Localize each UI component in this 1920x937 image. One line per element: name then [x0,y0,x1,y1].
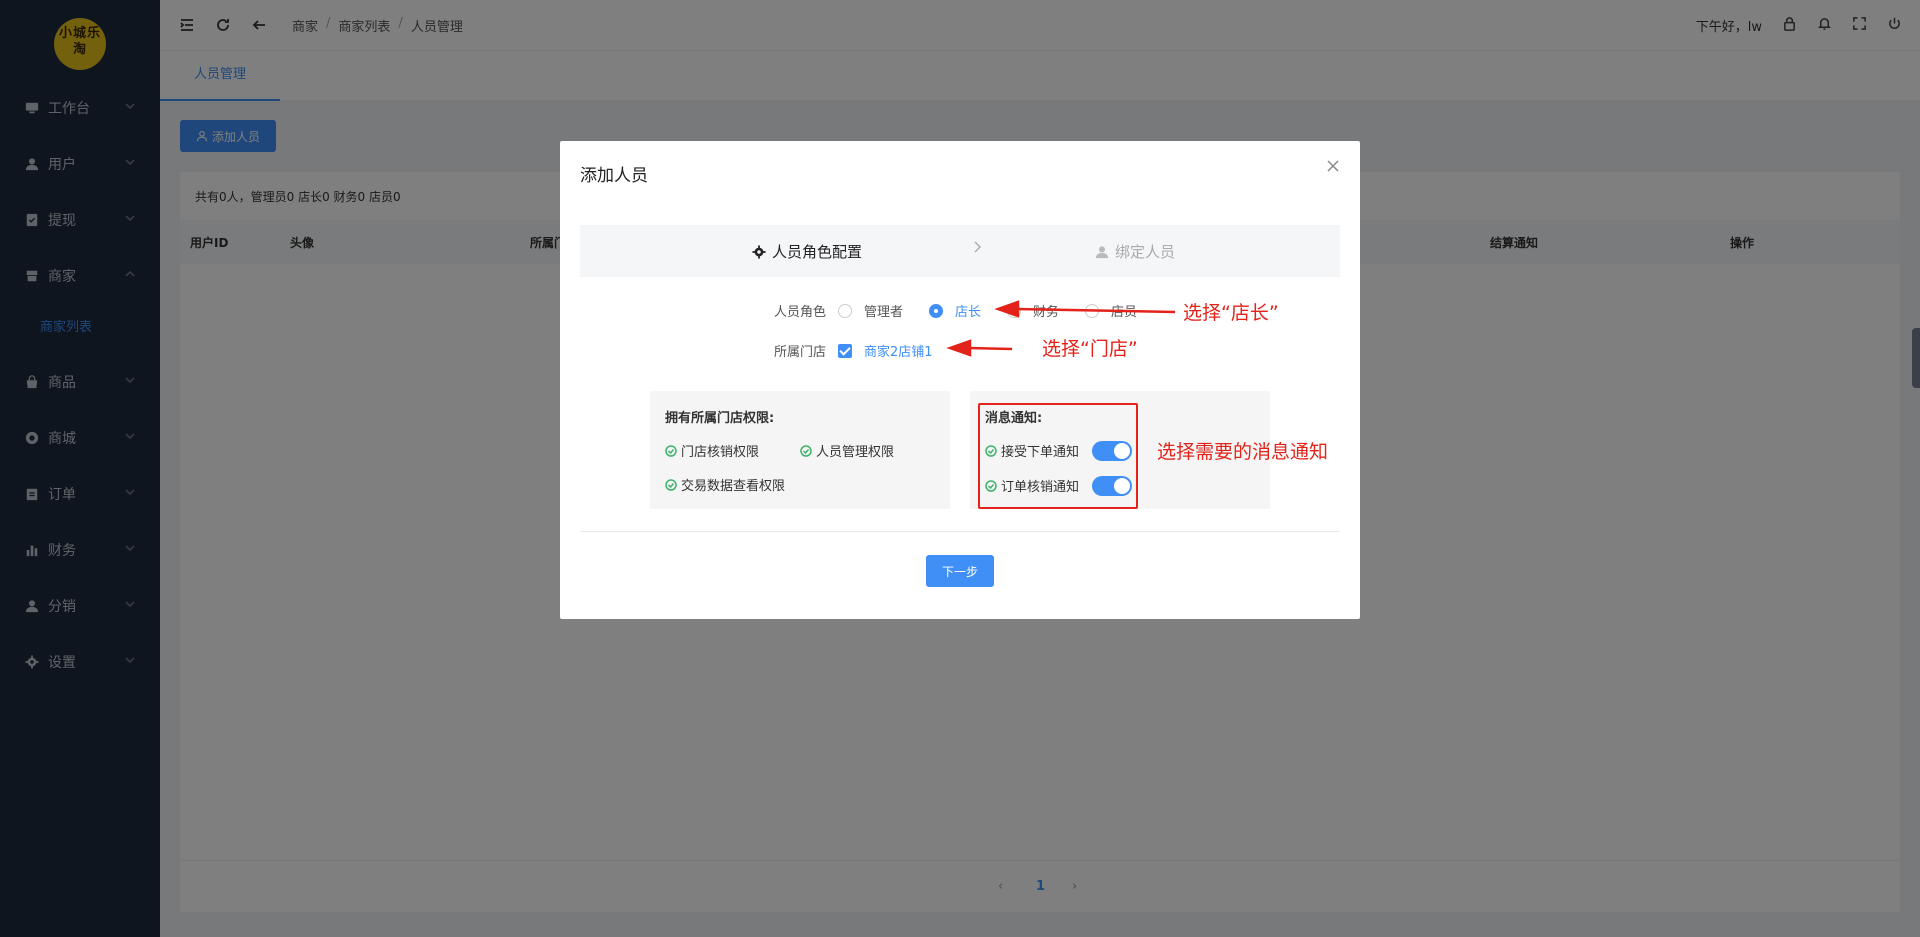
role-label: 人员角色 [773,305,826,320]
modal-divider [580,531,1340,532]
store-checkbox[interactable] [838,343,852,358]
role-radio-finance[interactable]: 财务 [1007,301,1059,320]
step-bind-staff: 绑定人员 [1095,241,1175,262]
modal-title: 添加人员 [580,166,648,186]
store-name[interactable]: 商家2店铺1 [864,341,933,360]
permissions-title: 拥有所属门店权限: [665,411,775,426]
annotation-highlight-box [978,403,1138,509]
role-radio-clerk[interactable]: 店员 [1085,301,1137,320]
role-row: 人员角色 管理者 店长 财务 店员 [756,301,1163,320]
chevron-right-icon [973,240,985,256]
user-icon [1095,245,1109,258]
gear-icon [752,244,766,259]
store-label: 所属门店 [773,345,826,360]
steps-bar: 人员角色配置 绑定人员 [580,225,1340,277]
annotation-notify: 选择需要的消息通知 [1157,441,1329,463]
step-role-config: 人员角色配置 [752,241,862,262]
check-circle-icon [665,478,677,491]
annotation-role: 选择“店长” [1183,302,1279,324]
close-icon[interactable] [1326,159,1342,175]
check-circle-icon [665,444,677,457]
role-radio-manager[interactable]: 管理者 [838,301,903,320]
add-staff-modal: 添加人员 人员角色配置 绑定人员 人员角色 管理者 店长 财务 店员 所属门店 … [560,141,1360,619]
permission-item: 交易数据查看权限 [665,475,785,494]
step-label: 人员角色配置 [772,243,863,261]
check-circle-icon [800,444,812,457]
role-radio-store-manager[interactable]: 店长 [929,301,981,320]
permission-item: 人员管理权限 [800,441,894,460]
permission-item: 门店核销权限 [665,441,759,460]
store-row: 所属门店 商家2店铺1 [756,341,933,360]
side-drawer-handle[interactable] [1912,328,1920,388]
step-label: 绑定人员 [1115,243,1176,261]
annotation-store: 选择“门店” [1042,338,1138,360]
next-step-button[interactable]: 下一步 [926,555,994,587]
permissions-panel: 拥有所属门店权限: 门店核销权限 人员管理权限 交易数据查看权限 [650,391,950,509]
